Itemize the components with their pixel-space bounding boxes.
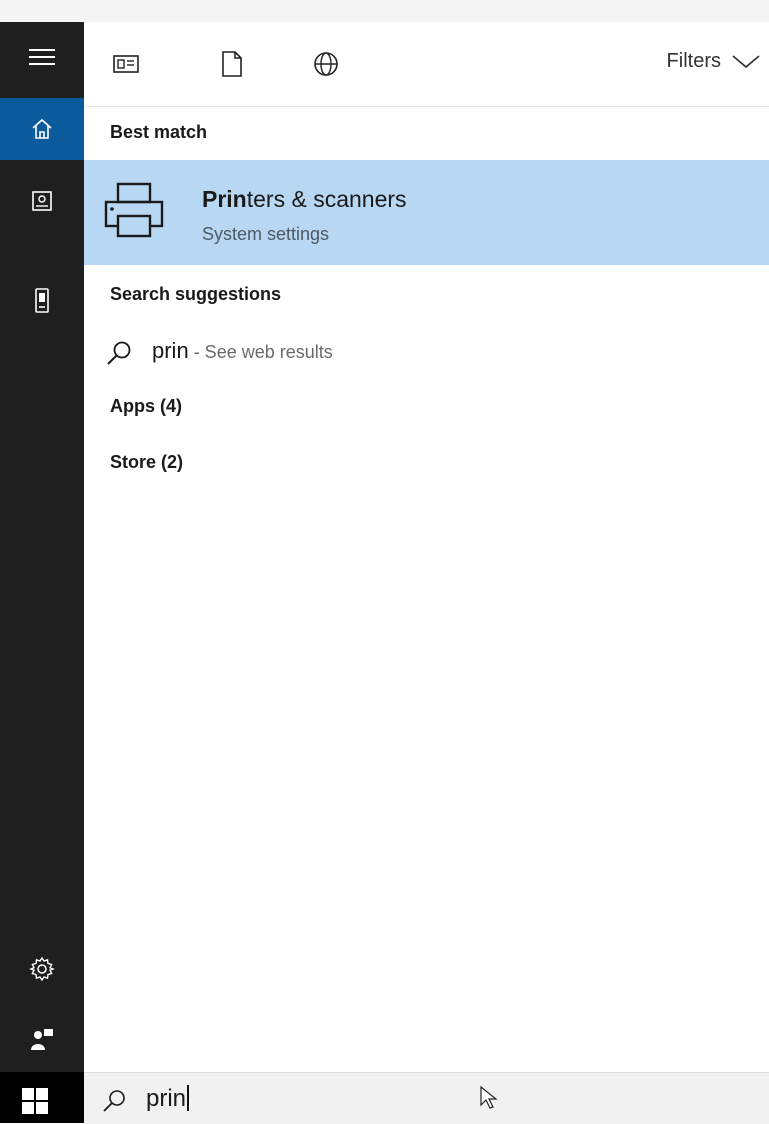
windows-start-button[interactable] <box>0 1072 84 1123</box>
best-match-title: Printers & scanners <box>202 186 407 212</box>
gear-icon[interactable] <box>0 942 84 996</box>
text-caret <box>187 1085 190 1111</box>
home-icon[interactable] <box>0 98 84 160</box>
apps-category[interactable]: Apps (4) <box>110 396 182 417</box>
mouse-pointer-icon <box>480 1086 498 1109</box>
notebook-icon[interactable] <box>0 174 84 228</box>
chevron-down-icon <box>732 54 760 68</box>
web-suggestion-item[interactable]: prin - See web results <box>84 328 769 376</box>
web-icon[interactable] <box>308 46 344 82</box>
apps-icon[interactable] <box>108 46 144 82</box>
best-match-result[interactable]: Printers & scanners System settings <box>84 160 769 265</box>
suggestion-text: prin - See web results <box>152 338 333 363</box>
documents-icon[interactable] <box>214 46 250 82</box>
windows-logo-icon <box>22 1088 48 1114</box>
top-strip <box>0 0 769 23</box>
filter-toolbar: Filters <box>84 22 769 107</box>
printer-icon <box>104 182 164 238</box>
search-input[interactable]: prin <box>146 1085 190 1113</box>
filters-dropdown[interactable]: Filters <box>667 50 761 73</box>
store-category[interactable]: Store (2) <box>110 452 183 473</box>
search-box[interactable]: prin <box>84 1072 769 1124</box>
sidebar-rail <box>0 22 84 1123</box>
search-icon <box>103 1090 125 1112</box>
phone-icon[interactable] <box>0 274 84 328</box>
search-suggestions-heading: Search suggestions <box>110 284 282 304</box>
search-icon <box>107 341 131 365</box>
hamburger-menu-icon[interactable] <box>0 30 84 84</box>
feedback-icon[interactable] <box>0 1012 84 1066</box>
filters-label: Filters <box>666 50 721 72</box>
best-match-heading: Best match <box>110 122 208 142</box>
search-results-panel: Filters Best match Printers & scanners S… <box>84 22 769 1123</box>
best-match-subtitle: System settings <box>202 224 330 244</box>
